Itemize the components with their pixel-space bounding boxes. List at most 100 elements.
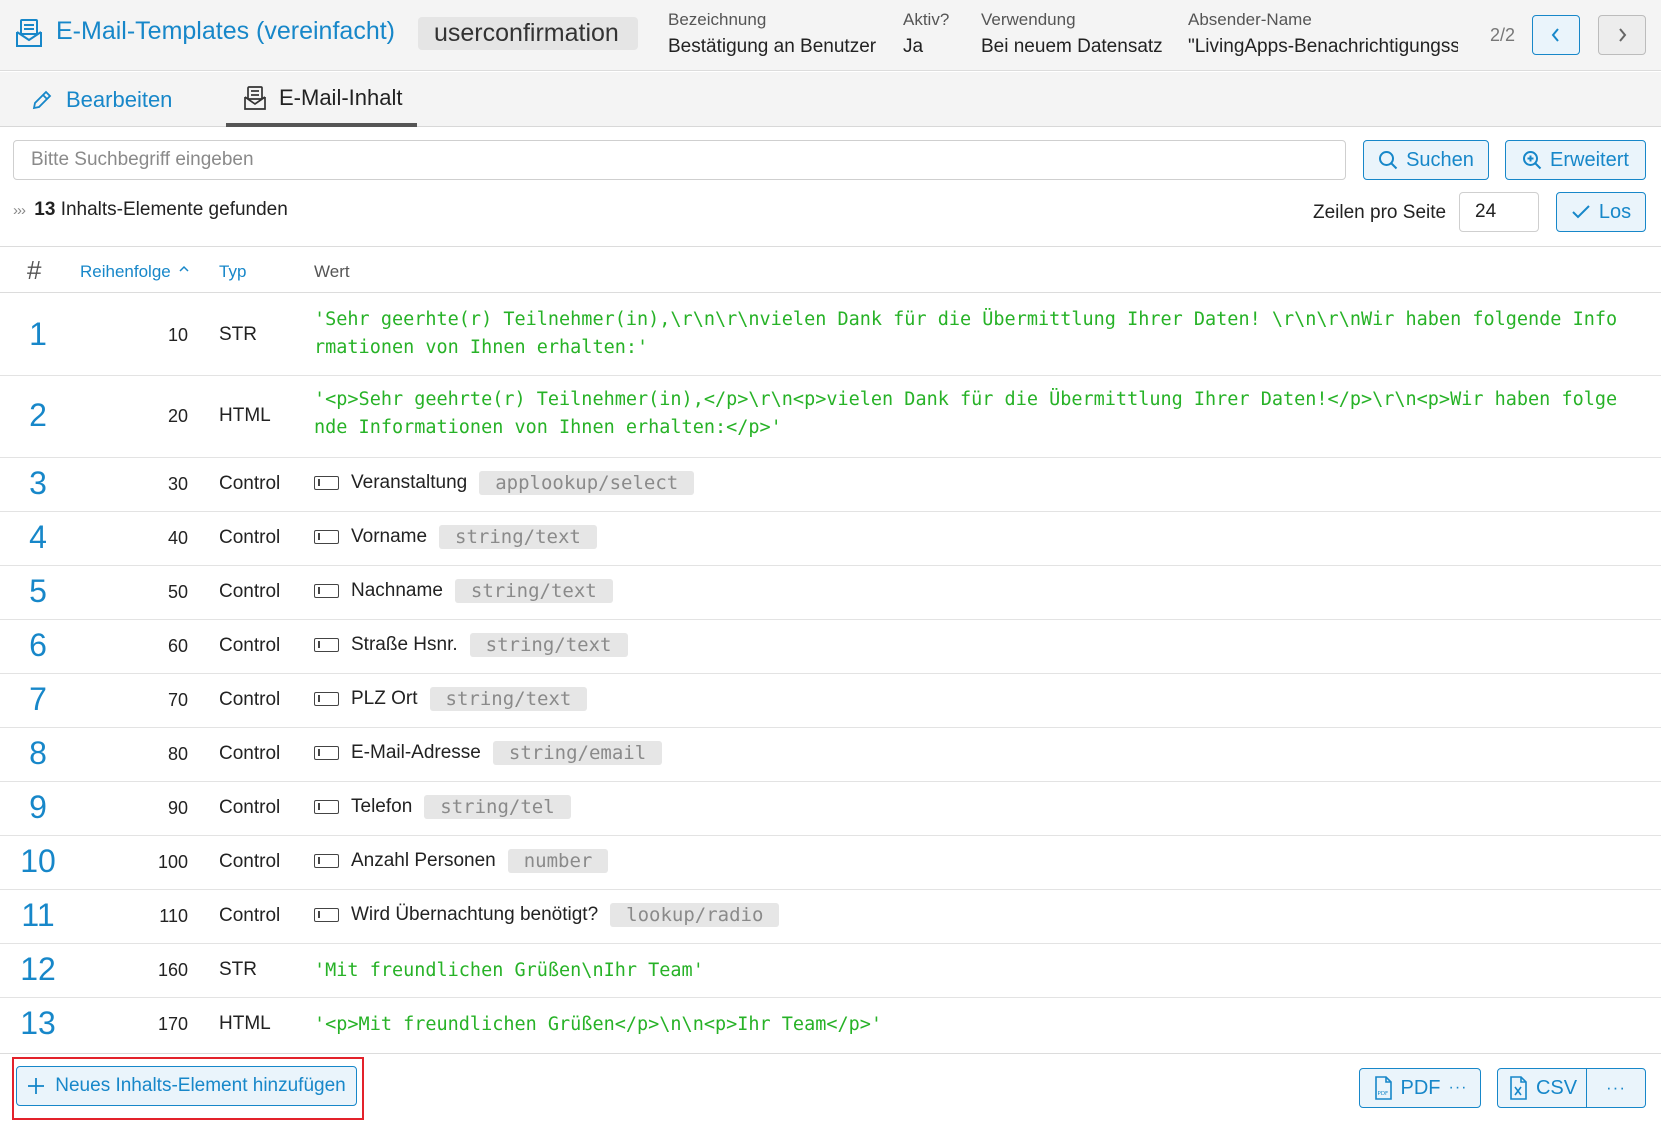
row-value-code: 'Sehr geerhte(r) Teilnehmer(in),\r\n\r\n… [314, 309, 1618, 358]
row-number[interactable]: 13 [13, 1005, 63, 1042]
row-value-control: Telefon string/tel [314, 795, 1621, 819]
row-number[interactable]: 1 [13, 316, 63, 353]
result-count: ››› 13 Inhalts-Elemente gefunden [13, 199, 288, 221]
search-button-label: Suchen [1406, 148, 1474, 171]
table-row[interactable]: 1 10 STR 'Sehr geerhte(r) Teilnehmer(in),\r… [0, 296, 1661, 376]
tab-bar: Bearbeiten E-Mail-Inhalt [0, 72, 1661, 127]
row-type: STR [219, 324, 257, 345]
table-header: # Reihenfolge Typ Wert [0, 246, 1661, 293]
row-number[interactable]: 8 [13, 735, 63, 772]
row-number[interactable]: 11 [13, 897, 63, 934]
table-row[interactable]: 12 160 STR 'Mit freundlichen Grüßen\nIhr Te… [0, 944, 1661, 998]
tab-email-inhalt[interactable]: E-Mail-Inhalt [226, 72, 417, 127]
meta-value: Ja [903, 36, 924, 57]
table-row[interactable]: 3 30 Control Veranstaltung applookup/select [0, 458, 1661, 512]
row-number[interactable]: 4 [13, 519, 63, 556]
control-type-badge: string/tel [424, 795, 571, 819]
search-button[interactable]: Suchen [1363, 140, 1489, 180]
row-type: STR [219, 959, 257, 980]
meta-absender-name: Absender-Name "LivingApps-Benachrichtigu… [1188, 10, 1458, 58]
column-header-order[interactable]: Reihenfolge [80, 262, 190, 282]
table-row[interactable]: 8 80 Control E-Mail-Adresse string/email [0, 728, 1661, 782]
row-number[interactable]: 9 [13, 789, 63, 826]
ellipsis-icon: ··· [1448, 1079, 1468, 1096]
column-header-type[interactable]: Typ [219, 262, 246, 282]
csv-export-button[interactable]: CSV [1497, 1068, 1588, 1108]
row-value-control: Straße Hsnr. string/text [314, 633, 1621, 657]
control-type-badge: string/email [492, 741, 663, 765]
add-content-element-button[interactable]: Neues Inhalts-Element hinzufügen [16, 1066, 357, 1106]
row-number[interactable]: 7 [13, 681, 63, 718]
pencil-icon [32, 90, 52, 109]
control-type-badge: applookup/select [479, 471, 695, 495]
footer-divider [0, 1053, 1661, 1054]
tab-label: E-Mail-Inhalt [279, 84, 403, 110]
control-label: PLZ Ort [351, 688, 418, 709]
add-button-label: Neues Inhalts-Element hinzufügen [55, 1075, 346, 1096]
tab-bearbeiten[interactable]: Bearbeiten [30, 72, 172, 127]
meta-aktiv: Aktiv? Ja [903, 10, 973, 58]
row-order: 50 [167, 582, 188, 602]
column-header-value: Wert [314, 262, 350, 281]
go-button[interactable]: Los [1556, 192, 1646, 232]
csv-button-label: CSV [1535, 1076, 1578, 1099]
control-type-badge: string/text [469, 633, 628, 657]
table-row[interactable]: 13 170 HTML '<p>Mit freundlichen Grüßen</p>… [0, 998, 1661, 1052]
control-label: Nachname [351, 580, 443, 601]
control-type-badge: string/text [429, 687, 588, 711]
row-number[interactable]: 3 [13, 465, 63, 502]
table-row[interactable]: 6 60 Control Straße Hsnr. string/text [0, 620, 1661, 674]
table-row[interactable]: 5 50 Control Nachname string/text [0, 566, 1661, 620]
table-row[interactable]: 11 110 Control Wird Übernachtung benötigt? l… [0, 890, 1661, 944]
plus-icon [28, 1078, 45, 1094]
control-type-badge: string/text [454, 579, 613, 603]
row-value-control: Wird Übernachtung benötigt? lookup/radio [314, 903, 1621, 927]
row-order: 80 [167, 744, 188, 764]
control-label: E-Mail-Adresse [351, 742, 481, 763]
chevron-left-icon [1551, 28, 1559, 42]
table-row[interactable]: 4 40 Control Vorname string/text [0, 512, 1661, 566]
table-row[interactable]: 10 100 Control Anzahl Personen number [0, 836, 1661, 890]
more-options-button[interactable]: ··· [1586, 1068, 1646, 1108]
advanced-button-label: Erweitert [1550, 148, 1629, 171]
row-number[interactable]: 6 [13, 627, 63, 664]
svg-text:PDF: PDF [1377, 1091, 1388, 1097]
row-value-control: Nachname string/text [314, 579, 1621, 603]
row-order: 60 [167, 636, 188, 656]
row-order: 30 [167, 474, 188, 494]
row-number[interactable]: 5 [13, 573, 63, 610]
row-value-code: 'Mit freundlichen Grüßen\nIhr Team' [314, 960, 704, 981]
input-field-icon [314, 746, 339, 760]
row-order: 70 [167, 690, 188, 710]
row-number[interactable]: 10 [13, 843, 63, 880]
meta-value: Bei neuem Datensatz [981, 36, 1163, 57]
input-field-icon [314, 692, 339, 706]
meta-label: Aktiv? [903, 10, 950, 29]
column-header-number: # [27, 255, 42, 285]
row-type: Control [219, 689, 281, 710]
mail-template-icon [16, 19, 42, 47]
rows-per-page-input[interactable] [1459, 192, 1539, 232]
advanced-search-button[interactable]: Erweitert [1505, 140, 1646, 180]
meta-bezeichnung: Bezeichnung Bestätigung an Benutzer [668, 10, 878, 58]
row-value-control: E-Mail-Adresse string/email [314, 741, 1621, 765]
input-field-icon [314, 476, 339, 490]
pdf-export-button[interactable]: PDF PDF ··· [1359, 1068, 1481, 1108]
input-field-icon [314, 854, 339, 868]
next-record-button[interactable] [1598, 15, 1646, 55]
input-field-icon [314, 530, 339, 544]
row-order: 90 [167, 798, 188, 818]
row-order: 40 [167, 528, 188, 548]
row-number[interactable]: 2 [13, 397, 63, 434]
previous-record-button[interactable] [1532, 15, 1580, 55]
row-type: Control [219, 743, 281, 764]
app-title[interactable]: E-Mail-Templates (vereinfacht) [56, 17, 395, 46]
search-input[interactable] [13, 140, 1346, 180]
row-order: 170 [157, 1014, 188, 1034]
table-row[interactable]: 9 90 Control Telefon string/tel [0, 782, 1661, 836]
control-label: Telefon [351, 796, 413, 817]
row-number[interactable]: 12 [13, 951, 63, 988]
table-row[interactable]: 2 20 HTML '<p>Sehr geehrte(r) Teilnehmer(in… [0, 376, 1661, 458]
table-row[interactable]: 7 70 Control PLZ Ort string/text [0, 674, 1661, 728]
pdf-button-label: PDF [1400, 1076, 1441, 1099]
